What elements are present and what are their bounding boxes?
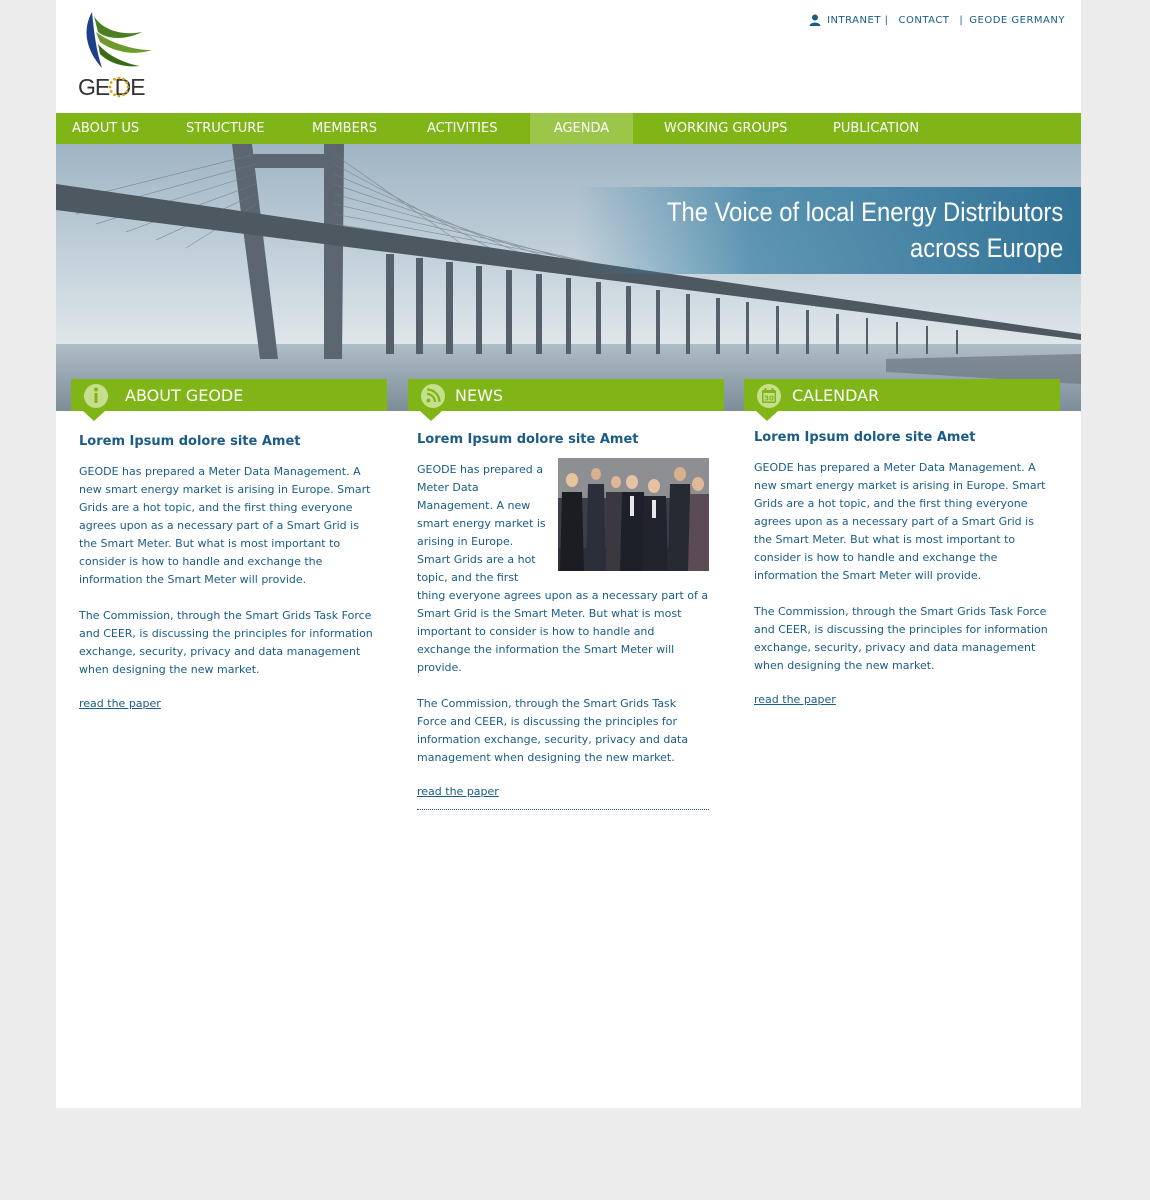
hero-tagline: The Voice of local Energy Distributors a… bbox=[667, 194, 1063, 266]
user-icon bbox=[809, 14, 821, 26]
eu-stars-icon bbox=[108, 76, 130, 98]
article-title: Lorem Ipsum dolore site Amet bbox=[754, 430, 976, 445]
about-geode-column: Lorem Ipsum dolore site Amet GEODE has p… bbox=[79, 434, 375, 711]
nav-item-agenda[interactable]: AGENDA bbox=[530, 113, 633, 144]
article-paragraph: GEODE has prepared a Meter Data Manageme… bbox=[79, 465, 371, 586]
logo-leaf-icon bbox=[86, 12, 152, 68]
header-pointer bbox=[756, 411, 778, 421]
hero-banner: The Voice of local Energy Distributors a… bbox=[56, 144, 1081, 411]
calendar-icon: 30 bbox=[757, 384, 781, 408]
nav-item-members[interactable]: MEMBERS bbox=[312, 113, 377, 144]
calendar-title: CALENDAR bbox=[792, 386, 880, 405]
article-paragraph: GEODE has prepared a Meter Data Manageme… bbox=[754, 461, 1046, 582]
page-container: GE DE INTRANET | CONTACT | GEODE GERMANY… bbox=[56, 0, 1081, 1108]
header-pointer bbox=[420, 411, 442, 421]
news-title: NEWS bbox=[455, 386, 504, 405]
main-nav: ABOUT US STRUCTURE MEMBERS ACTIVITIES AG… bbox=[56, 113, 1081, 144]
intranet-link[interactable]: INTRANET | bbox=[827, 15, 888, 26]
article-paragraph: The Commission, through the Smart Grids … bbox=[754, 605, 1048, 672]
about-geode-title: ABOUT GEODE bbox=[125, 386, 244, 405]
article-title: Lorem Ipsum dolore site Amet bbox=[417, 432, 639, 447]
tagline-line-1: The Voice of local Energy Distributors bbox=[666, 197, 1063, 227]
calendar-header: 30 CALENDAR bbox=[744, 379, 1060, 421]
tagline-line-2: across Europe bbox=[909, 233, 1063, 263]
calendar-icon-day: 30 bbox=[764, 395, 774, 403]
news-body: GEODE has prepared a Meter Data Manageme… bbox=[417, 458, 709, 677]
news-header: NEWS bbox=[408, 379, 724, 421]
nav-item-activities[interactable]: ACTIVITIES bbox=[427, 113, 497, 144]
info-icon bbox=[84, 384, 108, 408]
geode-logo[interactable]: GE DE bbox=[78, 10, 158, 100]
news-photo[interactable] bbox=[558, 458, 709, 571]
header-pointer bbox=[83, 411, 105, 421]
read-paper-link[interactable]: read the paper bbox=[79, 697, 161, 710]
about-geode-header: ABOUT GEODE bbox=[71, 379, 387, 421]
article-paragraph: The Commission, through the Smart Grids … bbox=[79, 609, 373, 676]
contact-link[interactable]: CONTACT bbox=[898, 15, 949, 26]
calendar-column: Lorem Ipsum dolore site Amet GEODE has p… bbox=[754, 430, 1050, 707]
rss-icon bbox=[421, 384, 445, 408]
read-paper-link[interactable]: read the paper bbox=[417, 785, 499, 798]
nav-item-publication[interactable]: PUBLICATION bbox=[833, 113, 919, 144]
article-title: Lorem Ipsum dolore site Amet bbox=[79, 434, 301, 449]
geode-germany-link[interactable]: GEODE GERMANY bbox=[969, 15, 1065, 26]
article-paragraph: The Commission, through the Smart Grids … bbox=[417, 697, 689, 764]
top-links: INTRANET | CONTACT | GEODE GERMANY bbox=[809, 14, 1065, 26]
news-column: Lorem Ipsum dolore site Amet GEODE has p… bbox=[417, 432, 709, 810]
link-separator: | bbox=[959, 14, 964, 26]
nav-item-about-us[interactable]: ABOUT US bbox=[72, 113, 139, 144]
bridge-image bbox=[56, 144, 1081, 411]
nav-item-structure[interactable]: STRUCTURE bbox=[186, 113, 265, 144]
divider bbox=[417, 809, 709, 810]
nav-item-working-groups[interactable]: WORKING GROUPS bbox=[664, 113, 787, 144]
read-paper-link[interactable]: read the paper bbox=[754, 693, 836, 706]
